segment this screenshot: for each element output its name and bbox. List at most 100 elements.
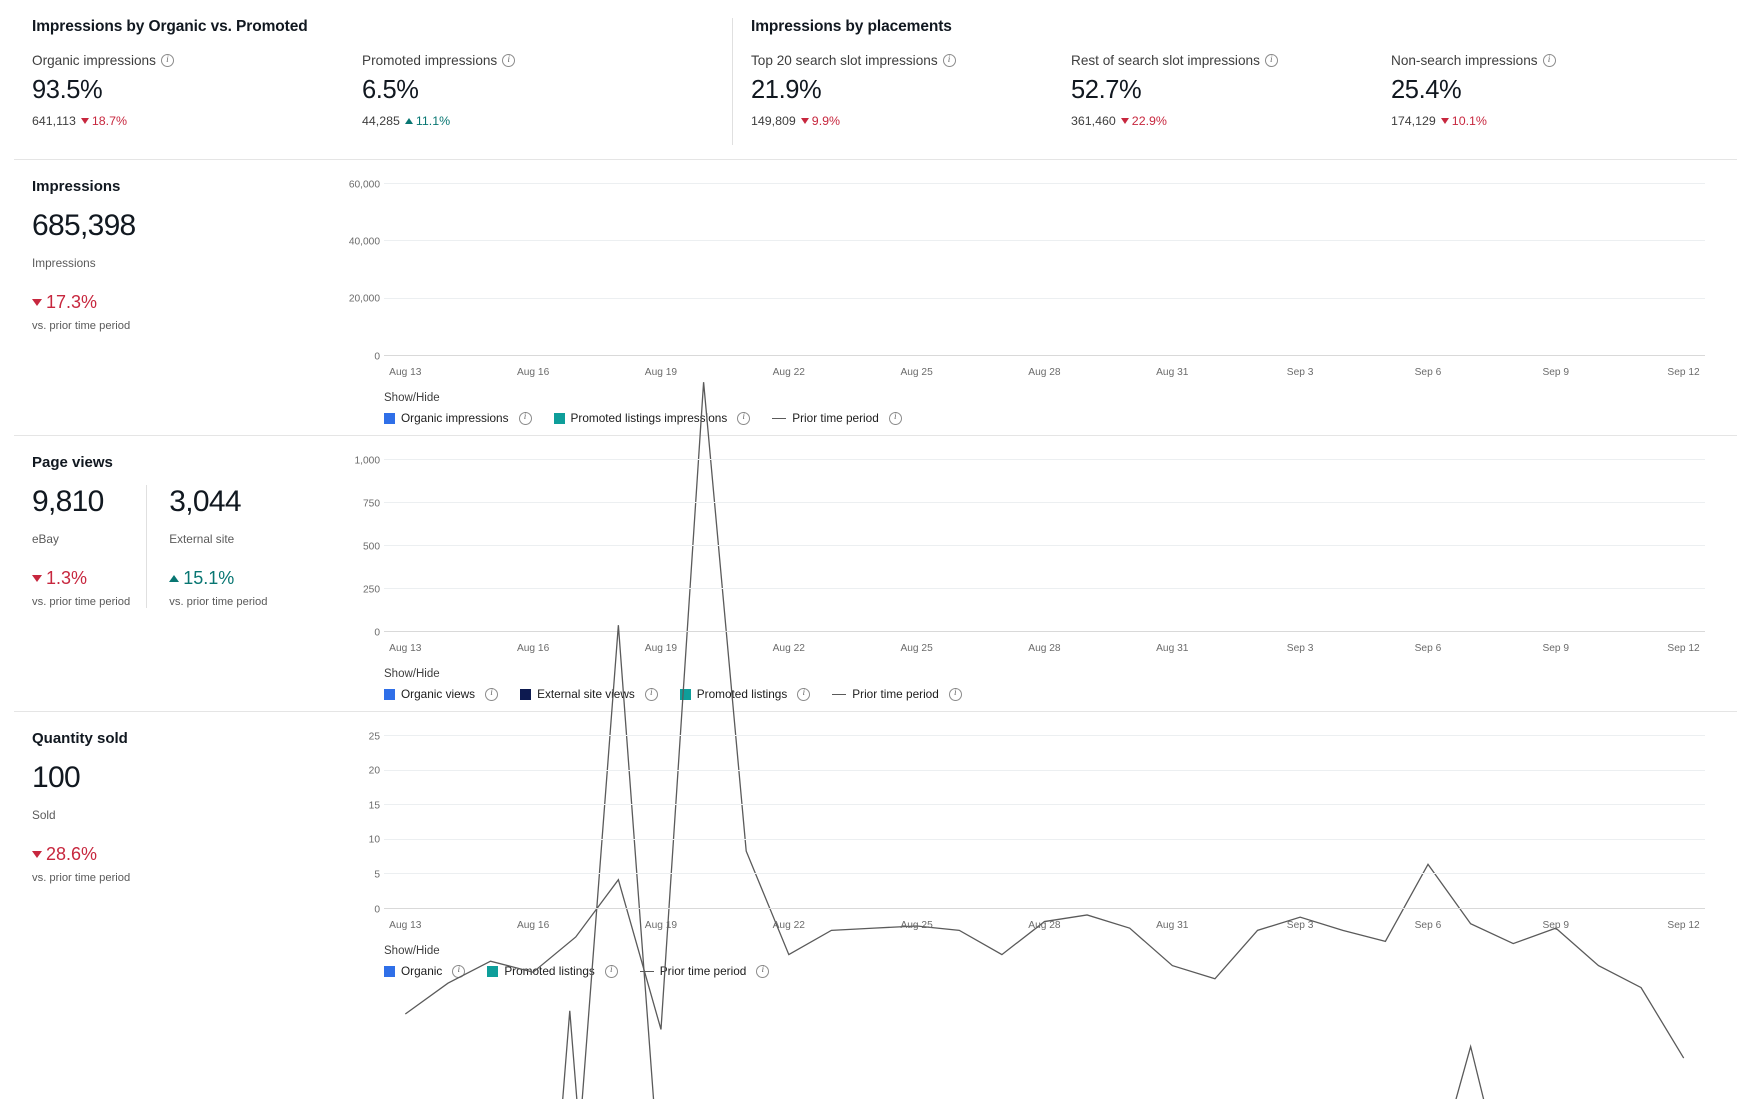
- bar-column[interactable]: Aug 19: [640, 736, 683, 931]
- bar-column[interactable]: [427, 460, 470, 632]
- bar-column[interactable]: [427, 184, 470, 356]
- bar-column[interactable]: [1492, 736, 1535, 909]
- info-icon[interactable]: i: [452, 964, 466, 978]
- bar-column[interactable]: [597, 460, 640, 632]
- bar-column[interactable]: [682, 184, 725, 356]
- bar-column[interactable]: [427, 736, 470, 909]
- bar-column[interactable]: [1066, 736, 1109, 909]
- bar-column[interactable]: [469, 460, 512, 632]
- bar-column[interactable]: [1321, 736, 1364, 909]
- bar-column[interactable]: [1620, 460, 1663, 632]
- bar-column[interactable]: [1236, 736, 1279, 909]
- bar-column[interactable]: Sep 6: [1407, 736, 1450, 931]
- impressions-chart[interactable]: 0 20,000 40,000 60,000 Aug 13 Aug 16 Aug 19 Aug…: [338, 174, 1719, 386]
- bar-column[interactable]: Aug 31: [1151, 184, 1194, 378]
- bar-column[interactable]: [1364, 736, 1407, 909]
- bar-column[interactable]: [981, 184, 1024, 356]
- bar-column[interactable]: Aug 22: [767, 184, 810, 378]
- info-icon[interactable]: i: [485, 687, 499, 701]
- bar-column[interactable]: Sep 6: [1407, 184, 1450, 378]
- bar-column[interactable]: Aug 28: [1023, 460, 1066, 654]
- bar-column[interactable]: Sep 3: [1279, 736, 1322, 931]
- bar-column[interactable]: [597, 184, 640, 356]
- bar-column[interactable]: [810, 460, 853, 632]
- bar-column[interactable]: Aug 16: [512, 736, 555, 931]
- bar-column[interactable]: Sep 12: [1662, 184, 1705, 378]
- bar-column[interactable]: [1364, 184, 1407, 356]
- bar-column[interactable]: Aug 13: [384, 184, 427, 378]
- bar-column[interactable]: [1577, 736, 1620, 909]
- bar-column[interactable]: Aug 19: [640, 460, 683, 654]
- legend-item[interactable]: Prior time period i: [639, 964, 770, 978]
- bar-column[interactable]: [981, 736, 1024, 909]
- bar-column[interactable]: [1066, 184, 1109, 356]
- bar-column[interactable]: [1236, 460, 1279, 632]
- bar-column[interactable]: Aug 28: [1023, 184, 1066, 378]
- bar-column[interactable]: [554, 460, 597, 632]
- bar-column[interactable]: [682, 460, 725, 632]
- bar-column[interactable]: Aug 22: [767, 460, 810, 654]
- bar-column[interactable]: [1364, 460, 1407, 632]
- bar-column[interactable]: Aug 28: [1023, 736, 1066, 931]
- info-icon[interactable]: i: [942, 54, 956, 67]
- bar-column[interactable]: Aug 31: [1151, 460, 1194, 654]
- bar-column[interactable]: Aug 25: [895, 460, 938, 654]
- bar-column[interactable]: [682, 736, 725, 909]
- legend-item[interactable]: Promoted listings i: [679, 687, 811, 701]
- bar-column[interactable]: Aug 13: [384, 460, 427, 654]
- bar-column[interactable]: Aug 13: [384, 736, 427, 931]
- page-views-chart[interactable]: 0 250 500 750 1,000 Aug 13 Aug 16 Aug 19 Aug 22 A…: [338, 450, 1719, 662]
- info-icon[interactable]: i: [518, 411, 532, 425]
- bar-column[interactable]: [469, 184, 512, 356]
- info-icon[interactable]: i: [604, 964, 618, 978]
- bar-column[interactable]: [1108, 184, 1151, 356]
- bar-column[interactable]: Aug 16: [512, 184, 555, 378]
- info-icon[interactable]: i: [756, 964, 770, 978]
- bar-column[interactable]: Sep 6: [1407, 460, 1450, 654]
- info-icon[interactable]: i: [160, 54, 174, 67]
- bar-column[interactable]: [1108, 460, 1151, 632]
- bar-column[interactable]: [1449, 736, 1492, 909]
- bar-column[interactable]: Sep 9: [1534, 184, 1577, 378]
- bar-column[interactable]: [1321, 184, 1364, 356]
- bar-column[interactable]: [810, 184, 853, 356]
- legend-item[interactable]: Promoted listings impressions i: [553, 411, 751, 425]
- legend-item[interactable]: Organic views i: [384, 687, 499, 701]
- legend-item[interactable]: Promoted listings i: [487, 964, 618, 978]
- bar-column[interactable]: [725, 736, 768, 909]
- legend-item[interactable]: Organic impressions i: [384, 411, 532, 425]
- bar-column[interactable]: [1108, 736, 1151, 909]
- info-icon[interactable]: i: [1542, 54, 1556, 67]
- bar-column[interactable]: [554, 184, 597, 356]
- bar-column[interactable]: [1194, 184, 1237, 356]
- bar-column[interactable]: Aug 19: [640, 184, 683, 378]
- bar-column[interactable]: [938, 736, 981, 909]
- bar-column[interactable]: [938, 184, 981, 356]
- bar-column[interactable]: [1577, 184, 1620, 356]
- legend-item[interactable]: Prior time period i: [772, 411, 902, 425]
- bar-column[interactable]: [981, 460, 1024, 632]
- bar-column[interactable]: Aug 16: [512, 460, 555, 654]
- bar-column[interactable]: Aug 25: [895, 184, 938, 378]
- bar-column[interactable]: Sep 12: [1662, 460, 1705, 654]
- bar-column[interactable]: [853, 184, 896, 356]
- bar-column[interactable]: [725, 460, 768, 632]
- bar-column[interactable]: [725, 184, 768, 356]
- bar-column[interactable]: Sep 3: [1279, 460, 1322, 654]
- info-icon[interactable]: i: [1264, 54, 1278, 67]
- bar-column[interactable]: [1492, 184, 1535, 356]
- bar-column[interactable]: [1194, 736, 1237, 909]
- info-icon[interactable]: i: [888, 411, 902, 425]
- bar-column[interactable]: Sep 9: [1534, 736, 1577, 931]
- info-icon[interactable]: i: [948, 687, 962, 701]
- bar-column[interactable]: Aug 31: [1151, 736, 1194, 931]
- info-icon[interactable]: i: [797, 687, 811, 701]
- bar-column[interactable]: [1194, 460, 1237, 632]
- bar-column[interactable]: [1449, 460, 1492, 632]
- bar-column[interactable]: [1236, 184, 1279, 356]
- quantity-sold-chart[interactable]: 0 5 10 15 20 25 Aug 13 Aug 16 Aug 19 Aug 22 Aug 25…: [338, 726, 1719, 939]
- bar-column[interactable]: Aug 25: [895, 736, 938, 931]
- bar-column[interactable]: [597, 736, 640, 909]
- bar-column[interactable]: [938, 460, 981, 632]
- bar-column[interactable]: Sep 3: [1279, 184, 1322, 378]
